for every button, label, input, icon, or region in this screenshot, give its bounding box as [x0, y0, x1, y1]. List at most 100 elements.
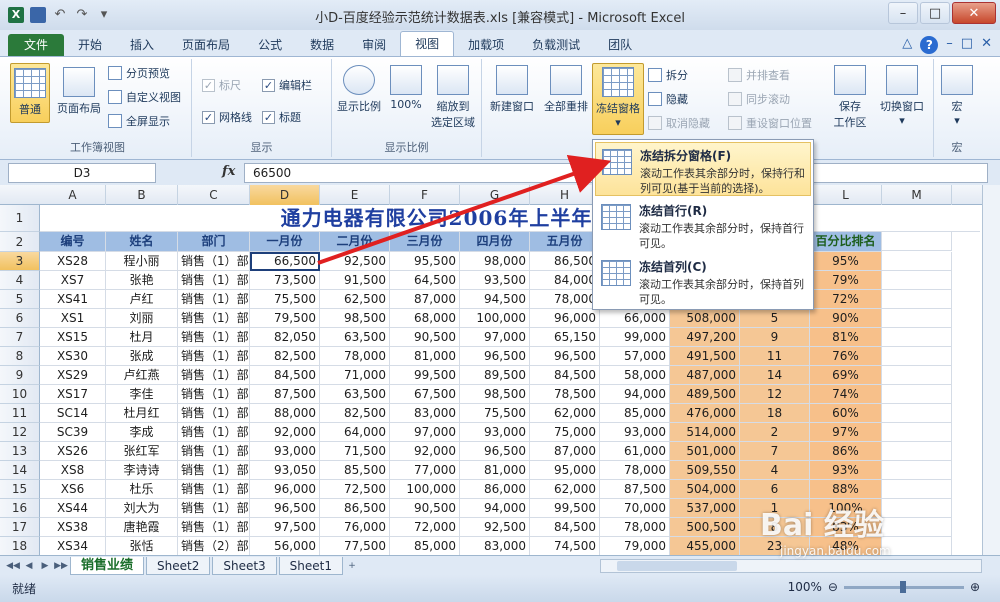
table-cell[interactable]: 58,000	[600, 366, 670, 385]
table-cell[interactable]: 62,500	[320, 290, 390, 309]
table-cell[interactable]: 76,000	[320, 518, 390, 537]
table-cell[interactable]: 销售（1）部	[178, 366, 250, 385]
table-cell[interactable]: 销售（1）部	[178, 480, 250, 499]
empty-cell[interactable]	[882, 309, 952, 328]
table-cell[interactable]: 86%	[810, 442, 882, 461]
table-cell[interactable]: 96,500	[460, 442, 530, 461]
hide-button[interactable]: 隐藏	[648, 91, 688, 107]
table-cell[interactable]: 87,000	[530, 442, 600, 461]
table-cell[interactable]: 14	[740, 366, 810, 385]
empty-cell[interactable]	[882, 442, 952, 461]
table-cell[interactable]: 销售（1）部	[178, 309, 250, 328]
table-cell[interactable]: 97%	[810, 423, 882, 442]
table-cell[interactable]: 81,000	[460, 461, 530, 480]
table-cell[interactable]: 70,000	[600, 499, 670, 518]
full-screen-button[interactable]: 全屏显示	[108, 113, 170, 129]
table-cell[interactable]: 78,000	[530, 290, 600, 309]
table-cell[interactable]: 12	[740, 385, 810, 404]
row-header-10[interactable]: 10	[0, 385, 40, 404]
table-cell[interactable]: 86,000	[460, 480, 530, 499]
header-cell[interactable]: 一月份	[250, 232, 320, 252]
header-cell[interactable]: 部门	[178, 232, 250, 252]
close-button[interactable]: ✕	[952, 2, 996, 24]
table-cell[interactable]: 72%	[810, 290, 882, 309]
table-cell[interactable]: XS30	[40, 347, 106, 366]
table-cell[interactable]: 销售（1）部	[178, 328, 250, 347]
table-cell[interactable]: 82,050	[250, 328, 320, 347]
tab-9[interactable]: 负载测试	[518, 34, 594, 56]
column-header-A[interactable]: A	[40, 185, 106, 205]
table-cell[interactable]: 79%	[810, 271, 882, 290]
table-cell[interactable]: 95,500	[390, 252, 460, 271]
table-cell[interactable]: 张艳	[106, 271, 178, 290]
empty-cell[interactable]	[882, 252, 952, 271]
zoom-in-icon[interactable]: ⊕	[970, 580, 980, 594]
header-cell[interactable]: 五月份	[530, 232, 600, 252]
empty-cell[interactable]	[882, 347, 952, 366]
table-cell[interactable]: 487,000	[670, 366, 740, 385]
table-cell[interactable]: XS6	[40, 480, 106, 499]
table-cell[interactable]: XS7	[40, 271, 106, 290]
horizontal-scrollbar[interactable]	[600, 559, 982, 573]
table-cell[interactable]: XS28	[40, 252, 106, 271]
reset-window-position-button[interactable]: 重设窗口位置	[728, 115, 812, 131]
row-header-5[interactable]: 5	[0, 290, 40, 309]
name-box[interactable]: D3	[8, 163, 156, 183]
column-header-C[interactable]: C	[178, 185, 250, 205]
tab-6[interactable]: 审阅	[348, 34, 400, 56]
table-cell[interactable]: 455,000	[670, 537, 740, 555]
insert-function-icon[interactable]: fx	[222, 164, 235, 179]
tab-2[interactable]: 插入	[116, 34, 168, 56]
table-cell[interactable]: 销售（1）部	[178, 499, 250, 518]
table-cell[interactable]: 100,000	[390, 480, 460, 499]
table-cell[interactable]: 94,000	[600, 385, 670, 404]
last-sheet-icon[interactable]: ▶▶	[54, 559, 68, 573]
header-cell[interactable]: 三月份	[390, 232, 460, 252]
table-cell[interactable]: 97,000	[460, 328, 530, 347]
row-header-14[interactable]: 14	[0, 461, 40, 480]
table-cell[interactable]: 杜月红	[106, 404, 178, 423]
row-header-11[interactable]: 11	[0, 404, 40, 423]
sheet-tab-3[interactable]: Sheet1	[278, 556, 343, 575]
table-cell[interactable]: 86,500	[530, 252, 600, 271]
table-cell[interactable]: 92,500	[320, 252, 390, 271]
table-cell[interactable]: 张恬	[106, 537, 178, 555]
table-cell[interactable]: 李成	[106, 423, 178, 442]
table-cell[interactable]: 90%	[810, 309, 882, 328]
tab-1[interactable]: 开始	[64, 34, 116, 56]
empty-cell[interactable]	[882, 423, 952, 442]
table-cell[interactable]: 张成	[106, 347, 178, 366]
table-cell[interactable]: 504,000	[670, 480, 740, 499]
table-cell[interactable]: 78,000	[600, 461, 670, 480]
column-header-B[interactable]: B	[106, 185, 178, 205]
table-cell[interactable]: 98,000	[460, 252, 530, 271]
doc-minimize-icon[interactable]: –	[946, 36, 953, 54]
next-sheet-icon[interactable]: ▶	[38, 559, 52, 573]
table-cell[interactable]: 508,000	[670, 309, 740, 328]
first-sheet-icon[interactable]: ◀◀	[6, 559, 20, 573]
table-cell[interactable]: XS29	[40, 366, 106, 385]
table-cell[interactable]: 500,500	[670, 518, 740, 537]
table-cell[interactable]: 514,000	[670, 423, 740, 442]
row-header-13[interactable]: 13	[0, 442, 40, 461]
table-cell[interactable]: 李诗诗	[106, 461, 178, 480]
table-cell[interactable]: 63,500	[320, 328, 390, 347]
table-cell[interactable]: 69%	[810, 366, 882, 385]
ruler-checkbox[interactable]: ✓ 标尺	[202, 77, 241, 93]
zoom-level[interactable]: 100%	[788, 580, 822, 594]
table-cell[interactable]: 92,000	[250, 423, 320, 442]
freeze-menu-item-1[interactable]: 冻结首行(R) 滚动工作表其余部分时，保持首行可见。	[595, 198, 811, 252]
table-cell[interactable]: 95%	[810, 252, 882, 271]
table-cell[interactable]: 唐艳霞	[106, 518, 178, 537]
table-cell[interactable]: XS1	[40, 309, 106, 328]
table-cell[interactable]: 李佳	[106, 385, 178, 404]
table-cell[interactable]: 497,200	[670, 328, 740, 347]
table-cell[interactable]: 77,000	[390, 461, 460, 480]
header-cell[interactable]: 二月份	[320, 232, 390, 252]
row-header-1[interactable]: 1	[0, 205, 40, 232]
table-cell[interactable]: 87,000	[390, 290, 460, 309]
table-cell[interactable]: 6	[740, 480, 810, 499]
table-cell[interactable]: 96,500	[250, 499, 320, 518]
table-cell[interactable]: 93,500	[460, 271, 530, 290]
table-cell[interactable]: 92,500	[460, 518, 530, 537]
